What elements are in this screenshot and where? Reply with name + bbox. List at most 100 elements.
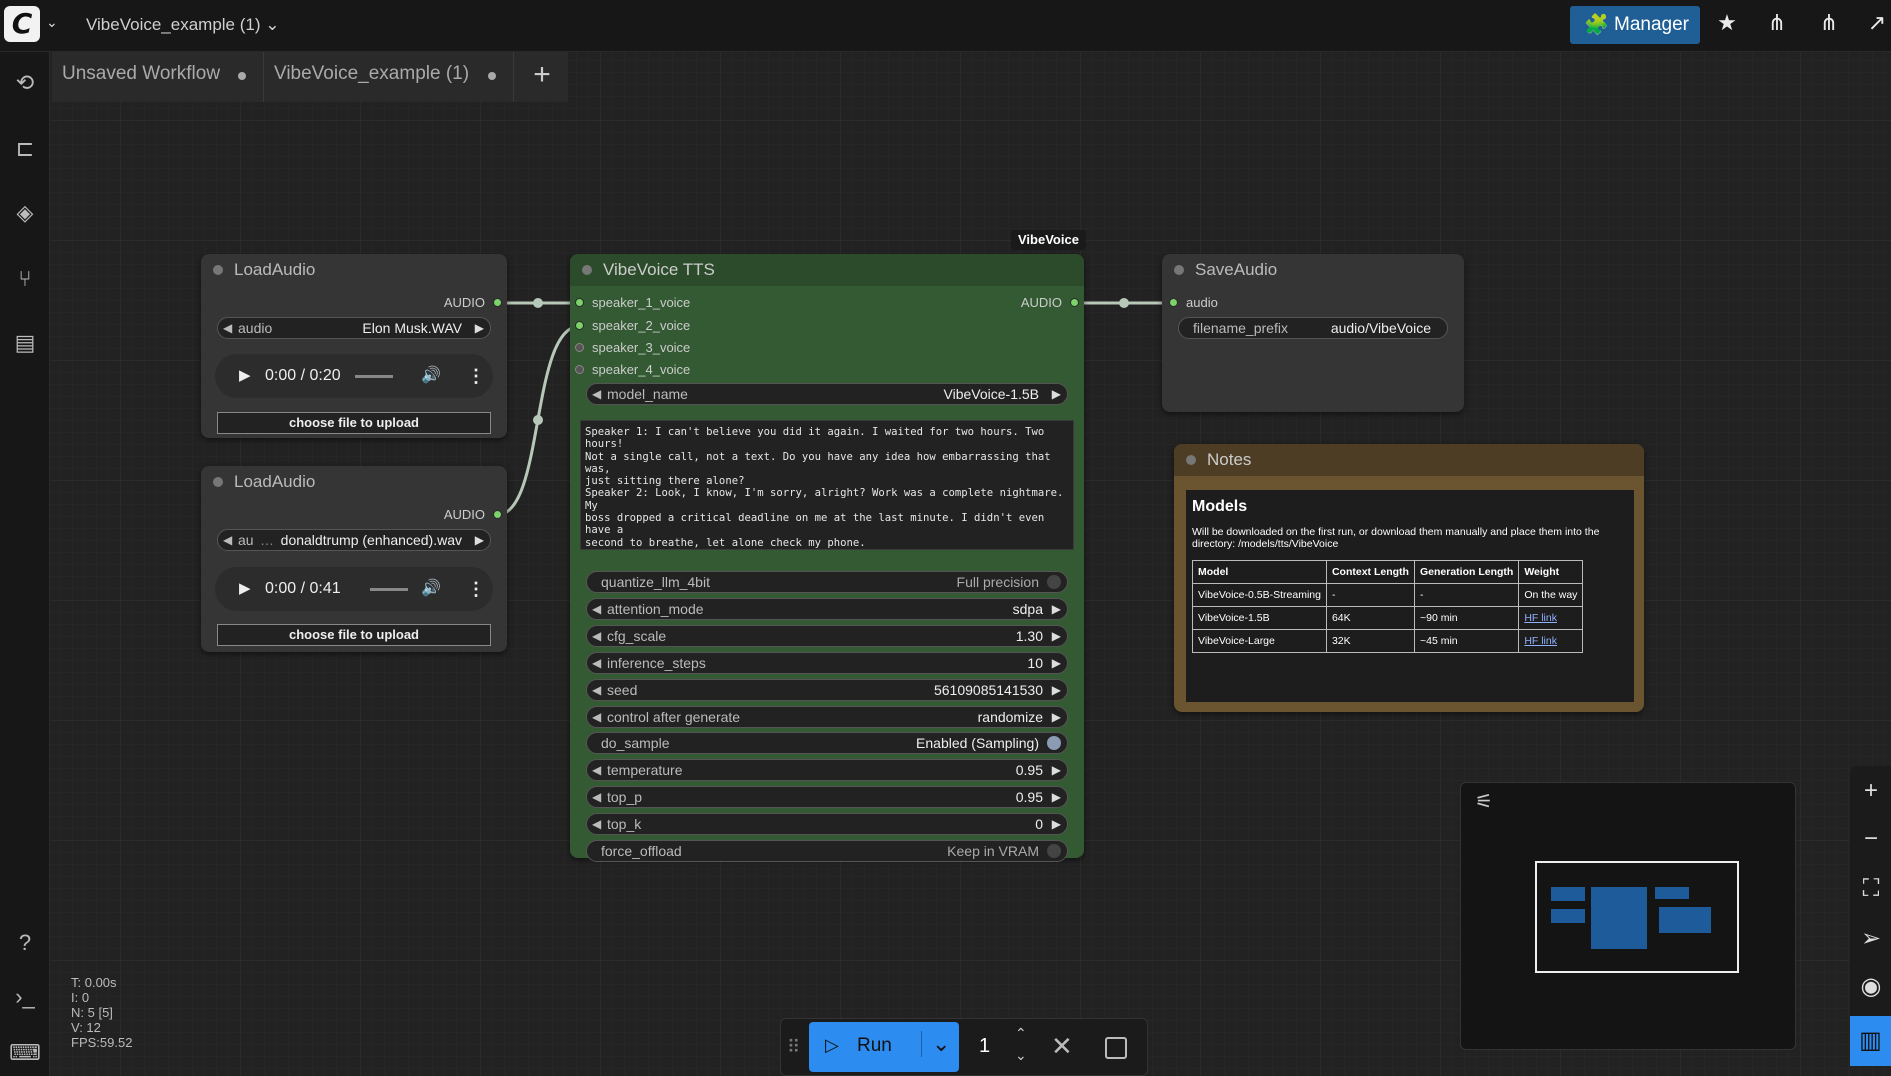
node-title[interactable]: VibeVoice TTS [570,254,1084,286]
increment-arrow-icon[interactable]: ▶ [1052,760,1061,780]
increment-arrow-icon[interactable]: ▶ [1052,626,1061,646]
top-p-widget[interactable]: ◀ top_p 0.95 ▶ [586,786,1068,809]
audio-combo[interactable]: ◀ audio Elon Musk.WAV ▶ [217,317,491,339]
hf-link[interactable]: HF link [1524,612,1557,624]
filename-prefix-field[interactable]: filename_prefix audio/VibeVoice [1178,317,1448,339]
model-name-combo[interactable]: ◀ model_name VibeVoice-1.5B ▶ [586,383,1068,405]
control-after-generate-widget[interactable]: ◀ control after generate randomize ▶ [586,705,1068,728]
help-icon[interactable]: ? [8,926,42,960]
toggle-knob[interactable] [1047,736,1061,751]
history-icon[interactable]: ⟲ [8,66,42,100]
node-title[interactable]: LoadAudio [201,466,507,498]
node-title[interactable]: Notes [1174,444,1644,476]
star-icon[interactable]: ★ [1712,10,1742,36]
audio-seek[interactable] [370,588,408,591]
manager-button[interactable]: 🧩 Manager [1570,6,1700,44]
play-icon[interactable]: ▶ [239,354,251,398]
cancel-icon[interactable]: ✕ [1051,1031,1073,1062]
node-title[interactable]: SaveAudio [1162,254,1464,286]
audio-combo[interactable]: ◀ au … donaldtrump (enhanced).wav ▶ [217,529,491,551]
increment-arrow-icon[interactable]: ▶ [1052,653,1061,673]
attention-mode-widget[interactable]: ◀ attention_mode sdpa ▶ [586,597,1068,620]
play-icon[interactable]: ▶ [239,567,251,611]
decrement-arrow-icon[interactable]: ◀ [592,760,601,780]
save-audio-node[interactable]: SaveAudio audio filename_prefix audio/Vi… [1162,254,1464,412]
decrement-arrow-icon[interactable]: ◀ [592,599,601,619]
temperature-widget[interactable]: ◀ temperature 0.95 ▶ [586,759,1068,782]
run-button[interactable]: ▷ Run ⌄ [809,1022,959,1072]
speaker-3-port[interactable] [575,343,584,352]
do-sample-widget[interactable]: do_sample Enabled (Sampling) [586,732,1068,755]
quantize-llm-4bit-widget[interactable]: quantize_llm_4bit Full precision [586,571,1068,593]
model-library-icon[interactable]: ◈ [8,196,42,230]
toggle-knob[interactable] [1047,844,1061,858]
text-input[interactable]: Speaker 1: I can't believe you did it ag… [580,420,1074,550]
map-icon[interactable]: ▥ [1850,1016,1891,1066]
more-icon[interactable]: ⋮ [467,354,485,398]
seed-widget[interactable]: ◀ seed 56109085141530 ▶ [586,678,1068,701]
decrement-arrow-icon[interactable]: ◀ [592,787,601,807]
increment-arrow-icon[interactable]: ▶ [1052,680,1061,700]
toggle-knob[interactable] [1047,575,1061,589]
increment-arrow-icon[interactable]: ▶ [1052,707,1061,727]
volume-icon[interactable]: 🔊 [421,567,441,611]
decrement-arrow-icon[interactable]: ◀ [592,653,601,673]
tab-unsaved-workflow[interactable]: Unsaved Workflow [52,52,264,102]
node-title[interactable]: LoadAudio [201,254,507,286]
decrement-arrow-icon[interactable]: ◀ [592,680,601,700]
chevron-down-icon[interactable]: ⌄ [46,14,58,31]
increment-icon[interactable]: ⌃ [1015,1025,1027,1042]
more-icon[interactable]: ⋮ [467,567,485,611]
feedback-alt-icon[interactable]: ⋔ [1814,10,1844,36]
chevron-down-icon[interactable]: ⌄ [921,1031,950,1057]
settings-sliders-icon[interactable]: ⚟ [1475,789,1493,814]
audio-player[interactable]: ▶ 0:00 / 0:20 🔊 ⋮ [215,354,493,398]
output-port[interactable] [493,510,502,519]
minimap-viewport[interactable] [1535,861,1739,973]
hf-link[interactable]: HF link [1524,635,1557,647]
select-mode-icon[interactable]: ➢ [1856,924,1886,954]
audio-seek[interactable] [355,375,393,378]
increment-arrow-icon[interactable]: ▶ [1052,599,1061,619]
feedback-icon[interactable]: ⋔ [1762,10,1792,36]
load-audio-node-1[interactable]: LoadAudio AUDIO ◀ audio Elon Musk.WAV ▶ ▶ … [201,254,507,438]
eye-icon[interactable]: ◉ [1856,972,1886,1002]
templates-icon[interactable]: ▤ [8,326,42,360]
workflow-title[interactable]: VibeVoice_example (1) ⌄ [86,15,280,35]
share-icon[interactable]: ↗ [1862,10,1891,36]
decrement-arrow-icon[interactable]: ◀ [592,814,601,834]
tab-vibevoice-example[interactable]: VibeVoice_example (1) [264,52,514,102]
decrement-arrow-icon[interactable]: ◀ [592,707,601,727]
keyboard-icon[interactable]: ⌨ [8,1036,42,1070]
volume-icon[interactable]: 🔊 [421,354,441,398]
node-library-icon[interactable]: ⊏ [8,132,42,166]
upload-button[interactable]: choose file to upload [217,624,491,646]
decrement-arrow-icon[interactable]: ◀ [592,626,601,646]
load-audio-node-2[interactable]: LoadAudio AUDIO ◀ au … donaldtrump (enhan… [201,466,507,652]
vibevoice-tts-node[interactable]: VibeVoice TTS AUDIO speaker_1_voice spea… [570,254,1084,862]
add-tab-button[interactable]: + [514,52,570,102]
batch-count[interactable]: 1 [979,1035,990,1058]
increment-arrow-icon[interactable]: ▶ [1052,814,1061,834]
decrement-icon[interactable]: ⌄ [1015,1047,1027,1064]
increment-arrow-icon[interactable]: ▶ [1052,787,1061,807]
notes-node[interactable]: Notes Models Will be downloaded on the f… [1174,444,1644,712]
output-port[interactable] [493,298,502,307]
speaker-2-port[interactable] [575,321,584,330]
speaker-1-port[interactable] [575,298,584,307]
cfg-scale-widget[interactable]: ◀ cfg_scale 1.30 ▶ [586,624,1068,647]
terminal-icon[interactable]: ›_ [8,980,42,1014]
output-port[interactable] [1070,298,1079,307]
zoom-out-icon[interactable]: − [1856,824,1886,854]
top-k-widget[interactable]: ◀ top_k 0 ▶ [586,813,1068,836]
upload-button[interactable]: choose file to upload [217,412,491,434]
workflows-icon[interactable]: ⑂ [8,262,42,296]
minimap[interactable]: ⚟ [1460,782,1796,1050]
audio-player[interactable]: ▶ 0:00 / 0:41 🔊 ⋮ [215,567,493,611]
audio-input-port[interactable] [1169,298,1178,307]
fit-view-icon[interactable]: ⛶ [1856,874,1886,904]
zoom-in-icon[interactable]: + [1856,776,1886,806]
stop-icon[interactable] [1105,1037,1127,1059]
canvas[interactable]: LoadAudio AUDIO ◀ audio Elon Musk.WAV ▶ ▶ … [0,0,1891,1076]
inference-steps-widget[interactable]: ◀ inference_steps 10 ▶ [586,651,1068,674]
